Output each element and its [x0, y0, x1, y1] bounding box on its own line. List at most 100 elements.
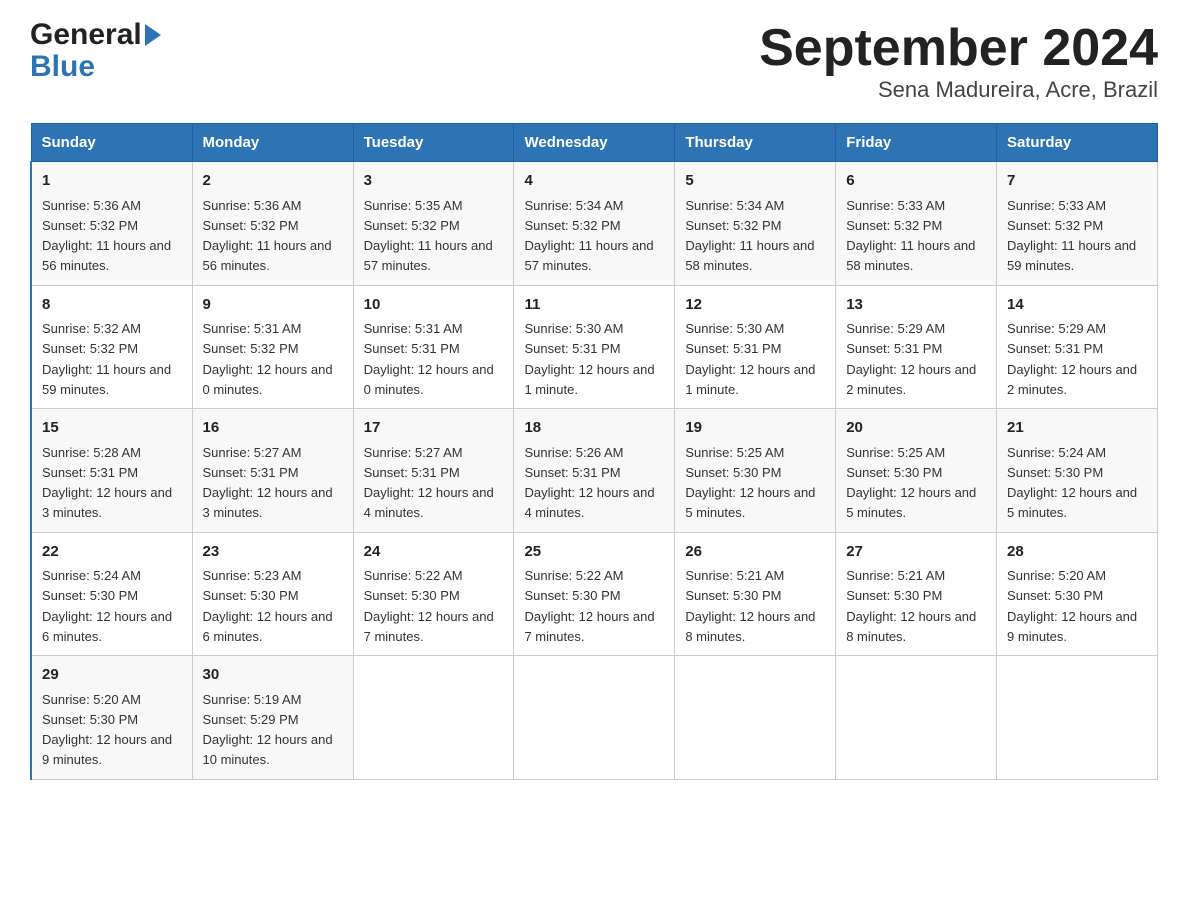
- day-header-thursday: Thursday: [675, 124, 836, 162]
- day-number: 17: [364, 417, 504, 440]
- calendar-cell: 17 Sunrise: 5:27 AMSunset: 5:31 PMDayligh…: [353, 409, 514, 533]
- calendar-cell: 28 Sunrise: 5:20 AMSunset: 5:30 PMDayligh…: [997, 532, 1158, 656]
- day-number: 12: [685, 294, 825, 317]
- day-info: Sunrise: 5:22 AMSunset: 5:30 PMDaylight:…: [524, 568, 654, 644]
- day-info: Sunrise: 5:34 AMSunset: 5:32 PMDaylight:…: [524, 198, 653, 274]
- calendar-cell: 26 Sunrise: 5:21 AMSunset: 5:30 PMDayligh…: [675, 532, 836, 656]
- day-header-sunday: Sunday: [31, 124, 192, 162]
- calendar-cell: 5 Sunrise: 5:34 AMSunset: 5:32 PMDaylight…: [675, 162, 836, 286]
- calendar-cell: 20 Sunrise: 5:25 AMSunset: 5:30 PMDayligh…: [836, 409, 997, 533]
- day-number: 3: [364, 170, 504, 193]
- day-info: Sunrise: 5:24 AMSunset: 5:30 PMDaylight:…: [1007, 445, 1137, 521]
- day-info: Sunrise: 5:20 AMSunset: 5:30 PMDaylight:…: [42, 692, 172, 768]
- day-number: 1: [42, 170, 182, 193]
- calendar-cell: 30 Sunrise: 5:19 AMSunset: 5:29 PMDayligh…: [192, 656, 353, 780]
- day-info: Sunrise: 5:29 AMSunset: 5:31 PMDaylight:…: [846, 321, 976, 397]
- calendar-cell: 19 Sunrise: 5:25 AMSunset: 5:30 PMDayligh…: [675, 409, 836, 533]
- calendar-cell: 24 Sunrise: 5:22 AMSunset: 5:30 PMDayligh…: [353, 532, 514, 656]
- day-info: Sunrise: 5:21 AMSunset: 5:30 PMDaylight:…: [846, 568, 976, 644]
- day-info: Sunrise: 5:24 AMSunset: 5:30 PMDaylight:…: [42, 568, 172, 644]
- day-number: 2: [203, 170, 343, 193]
- calendar-cell: 16 Sunrise: 5:27 AMSunset: 5:31 PMDayligh…: [192, 409, 353, 533]
- calendar-header: SundayMondayTuesdayWednesdayThursdayFrid…: [31, 124, 1158, 162]
- calendar-cell: [675, 656, 836, 780]
- week-row-2: 8Sunrise: 5:32 AMSunset: 5:32 PMDaylight…: [31, 285, 1158, 409]
- calendar-cell: 6Sunrise: 5:33 AMSunset: 5:32 PMDaylight…: [836, 162, 997, 286]
- day-info: Sunrise: 5:28 AMSunset: 5:31 PMDaylight:…: [42, 445, 172, 521]
- day-number: 6: [846, 170, 986, 193]
- day-info: Sunrise: 5:20 AMSunset: 5:30 PMDaylight:…: [1007, 568, 1137, 644]
- day-number: 24: [364, 541, 504, 564]
- logo-arrow-icon: [145, 24, 161, 46]
- day-info: Sunrise: 5:27 AMSunset: 5:31 PMDaylight:…: [203, 445, 333, 521]
- day-number: 14: [1007, 294, 1147, 317]
- day-number: 5: [685, 170, 825, 193]
- day-info: Sunrise: 5:25 AMSunset: 5:30 PMDaylight:…: [846, 445, 976, 521]
- title-block: September 2024 Sena Madureira, Acre, Bra…: [759, 20, 1158, 103]
- day-number: 11: [524, 294, 664, 317]
- day-info: Sunrise: 5:22 AMSunset: 5:30 PMDaylight:…: [364, 568, 494, 644]
- day-number: 7: [1007, 170, 1147, 193]
- week-row-3: 15 Sunrise: 5:28 AMSunset: 5:31 PMDayligh…: [31, 409, 1158, 533]
- day-info: Sunrise: 5:31 AMSunset: 5:32 PMDaylight:…: [203, 321, 333, 397]
- day-number: 8: [42, 294, 182, 317]
- calendar-cell: 9Sunrise: 5:31 AMSunset: 5:32 PMDaylight…: [192, 285, 353, 409]
- calendar-table: SundayMondayTuesdayWednesdayThursdayFrid…: [30, 123, 1158, 780]
- day-number: 30: [203, 664, 343, 687]
- day-number: 15: [42, 417, 182, 440]
- day-number: 26: [685, 541, 825, 564]
- day-info: Sunrise: 5:30 AMSunset: 5:31 PMDaylight:…: [524, 321, 654, 397]
- calendar-cell: 22Sunrise: 5:24 AMSunset: 5:30 PMDayligh…: [31, 532, 192, 656]
- calendar-cell: 10 Sunrise: 5:31 AMSunset: 5:31 PMDayligh…: [353, 285, 514, 409]
- day-info: Sunrise: 5:31 AMSunset: 5:31 PMDaylight:…: [364, 321, 494, 397]
- day-info: Sunrise: 5:21 AMSunset: 5:30 PMDaylight:…: [685, 568, 815, 644]
- day-info: Sunrise: 5:35 AMSunset: 5:32 PMDaylight:…: [364, 198, 493, 274]
- calendar-cell: [997, 656, 1158, 780]
- day-number: 13: [846, 294, 986, 317]
- day-number: 18: [524, 417, 664, 440]
- page-header: General Blue September 2024 Sena Madurei…: [30, 20, 1158, 103]
- day-info: Sunrise: 5:27 AMSunset: 5:31 PMDaylight:…: [364, 445, 494, 521]
- day-number: 29: [42, 664, 182, 687]
- day-info: Sunrise: 5:34 AMSunset: 5:32 PMDaylight:…: [685, 198, 814, 274]
- calendar-cell: 13 Sunrise: 5:29 AMSunset: 5:31 PMDayligh…: [836, 285, 997, 409]
- day-info: Sunrise: 5:36 AMSunset: 5:32 PMDaylight:…: [203, 198, 332, 274]
- calendar-cell: 23Sunrise: 5:23 AMSunset: 5:30 PMDayligh…: [192, 532, 353, 656]
- day-info: Sunrise: 5:25 AMSunset: 5:30 PMDaylight:…: [685, 445, 815, 521]
- day-header-friday: Friday: [836, 124, 997, 162]
- week-row-4: 22Sunrise: 5:24 AMSunset: 5:30 PMDayligh…: [31, 532, 1158, 656]
- calendar-cell: 21 Sunrise: 5:24 AMSunset: 5:30 PMDayligh…: [997, 409, 1158, 533]
- day-info: Sunrise: 5:19 AMSunset: 5:29 PMDaylight:…: [203, 692, 333, 768]
- day-info: Sunrise: 5:26 AMSunset: 5:31 PMDaylight:…: [524, 445, 654, 521]
- day-number: 10: [364, 294, 504, 317]
- day-number: 21: [1007, 417, 1147, 440]
- day-header-monday: Monday: [192, 124, 353, 162]
- day-number: 25: [524, 541, 664, 564]
- day-number: 16: [203, 417, 343, 440]
- calendar-cell: [836, 656, 997, 780]
- day-header-tuesday: Tuesday: [353, 124, 514, 162]
- calendar-cell: 18 Sunrise: 5:26 AMSunset: 5:31 PMDayligh…: [514, 409, 675, 533]
- calendar-subtitle: Sena Madureira, Acre, Brazil: [759, 77, 1158, 103]
- calendar-cell: 12Sunrise: 5:30 AMSunset: 5:31 PMDayligh…: [675, 285, 836, 409]
- logo-blue-text: Blue: [30, 50, 95, 83]
- calendar-cell: 2 Sunrise: 5:36 AMSunset: 5:32 PMDaylight…: [192, 162, 353, 286]
- calendar-cell: 3 Sunrise: 5:35 AMSunset: 5:32 PMDaylight…: [353, 162, 514, 286]
- calendar-cell: 11 Sunrise: 5:30 AMSunset: 5:31 PMDayligh…: [514, 285, 675, 409]
- day-info: Sunrise: 5:33 AMSunset: 5:32 PMDaylight:…: [1007, 198, 1136, 274]
- calendar-cell: 7 Sunrise: 5:33 AMSunset: 5:32 PMDaylight…: [997, 162, 1158, 286]
- calendar-body: 1 Sunrise: 5:36 AMSunset: 5:32 PMDaylight…: [31, 162, 1158, 780]
- calendar-cell: [514, 656, 675, 780]
- day-number: 23: [203, 541, 343, 564]
- logo: General Blue: [30, 20, 161, 84]
- calendar-cell: 8Sunrise: 5:32 AMSunset: 5:32 PMDaylight…: [31, 285, 192, 409]
- day-number: 19: [685, 417, 825, 440]
- calendar-cell: 14Sunrise: 5:29 AMSunset: 5:31 PMDayligh…: [997, 285, 1158, 409]
- day-number: 28: [1007, 541, 1147, 564]
- week-row-1: 1 Sunrise: 5:36 AMSunset: 5:32 PMDaylight…: [31, 162, 1158, 286]
- calendar-cell: 29 Sunrise: 5:20 AMSunset: 5:30 PMDayligh…: [31, 656, 192, 780]
- day-number: 20: [846, 417, 986, 440]
- calendar-cell: 4Sunrise: 5:34 AMSunset: 5:32 PMDaylight…: [514, 162, 675, 286]
- day-info: Sunrise: 5:36 AMSunset: 5:32 PMDaylight:…: [42, 198, 171, 274]
- day-header-wednesday: Wednesday: [514, 124, 675, 162]
